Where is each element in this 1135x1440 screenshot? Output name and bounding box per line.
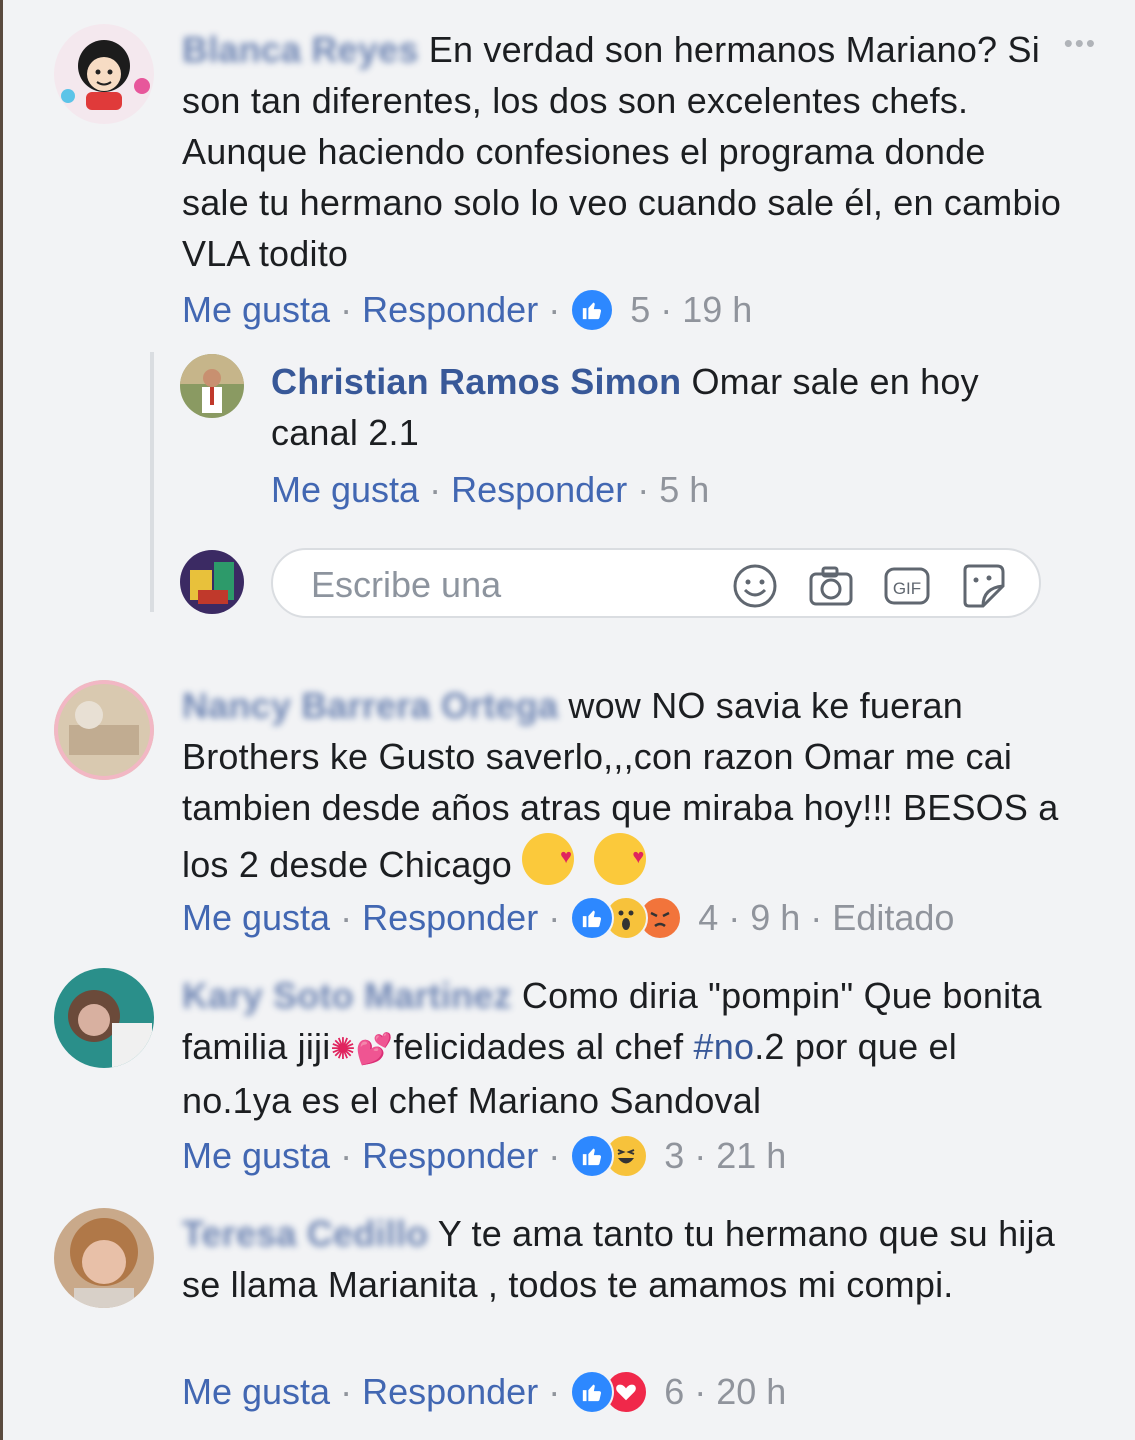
separator: · — [660, 289, 673, 330]
reply-button[interactable]: Responder — [362, 896, 538, 940]
reaction-summary[interactable] — [570, 288, 615, 332]
comment-text: felicidades al chef — [393, 1026, 694, 1067]
confetti-emoji-icon: ✺ — [330, 1033, 356, 1066]
separator: · — [340, 897, 353, 938]
separator: · — [548, 1135, 561, 1176]
reply-input[interactable] — [309, 562, 713, 608]
separator: · — [548, 1371, 561, 1412]
reaction-count: 3 — [664, 1135, 685, 1176]
like-button[interactable]: Me gusta — [182, 288, 330, 332]
more-options-icon[interactable]: ••• — [1064, 28, 1097, 59]
edited-label[interactable]: Editado — [832, 896, 954, 940]
timestamp[interactable]: 20 h — [716, 1370, 786, 1414]
reply-body: Christian Ramos Simon Omar sale en hoy c… — [271, 356, 1031, 458]
reply-button[interactable]: Responder — [362, 288, 538, 332]
separator: · — [637, 469, 650, 510]
reply-button[interactable]: Responder — [362, 1134, 538, 1178]
timestamp[interactable]: 21 h — [716, 1134, 786, 1178]
like-button[interactable]: Me gusta — [182, 1134, 330, 1178]
reply-author[interactable]: Christian Ramos Simon — [271, 361, 681, 402]
current-user-avatar — [180, 550, 244, 614]
reply-button[interactable]: Responder — [451, 468, 627, 512]
svg-text:GIF: GIF — [893, 579, 921, 598]
reaction-count: 4 — [698, 897, 719, 938]
separator: · — [810, 897, 823, 938]
timestamp[interactable]: 9 h — [750, 896, 800, 940]
comment-author[interactable]: Kary Soto Martinez — [182, 975, 512, 1016]
comment-actions: Me gusta · Responder · 3 · 21 h — [182, 1134, 786, 1178]
camera-icon[interactable] — [807, 562, 855, 610]
like-icon — [570, 1370, 615, 1414]
comment-author[interactable]: Teresa Cedillo — [182, 1213, 428, 1254]
reply-composer[interactable]: GIF — [271, 548, 1041, 618]
avatar[interactable] — [180, 354, 244, 418]
comment-author[interactable]: Nancy Barrera Ortega — [182, 685, 558, 726]
reaction-summary[interactable] — [570, 1134, 649, 1178]
comment-body: Kary Soto Martinez Como diria "pompin" Q… — [182, 970, 1062, 1126]
like-button[interactable]: Me gusta — [271, 468, 419, 512]
like-icon — [570, 1134, 615, 1178]
kiss-emoji-icon — [594, 832, 647, 885]
thread-line — [150, 352, 154, 612]
avatar[interactable] — [54, 968, 154, 1068]
separator: · — [694, 1371, 707, 1412]
like-icon — [570, 896, 615, 940]
smiley-icon[interactable] — [731, 562, 779, 610]
timestamp[interactable]: 19 h — [682, 288, 752, 332]
comment-body: Nancy Barrera Ortega wow NO savia ke fue… — [182, 680, 1062, 890]
separator: · — [340, 1135, 353, 1176]
separator: · — [429, 469, 442, 510]
sticker-icon[interactable] — [959, 562, 1007, 610]
like-button[interactable]: Me gusta — [182, 1370, 330, 1414]
kiss-emoji-icon — [522, 832, 575, 885]
reply-button[interactable]: Responder — [362, 1370, 538, 1414]
reaction-summary[interactable] — [570, 896, 683, 940]
separator: · — [340, 289, 353, 330]
reaction-count: 6 — [664, 1371, 685, 1412]
reaction-summary[interactable] — [570, 1370, 649, 1414]
separator: · — [548, 289, 561, 330]
avatar[interactable] — [54, 24, 154, 124]
comment-body: Teresa Cedillo Y te ama tanto tu hermano… — [182, 1208, 1062, 1310]
reply-actions: Me gusta · Responder · 5 h — [271, 468, 709, 512]
comment-author[interactable]: Blanca Reyes — [182, 29, 419, 70]
like-icon — [570, 288, 615, 332]
gif-icon[interactable]: GIF — [883, 562, 931, 610]
separator: · — [340, 1371, 353, 1412]
separator: · — [694, 1135, 707, 1176]
hearts-emoji-icon: 💕 — [355, 1033, 394, 1066]
comment-actions: Me gusta · Responder · 6 · 20 h — [182, 1370, 786, 1414]
hashtag-link[interactable]: #no — [694, 1026, 755, 1067]
timestamp[interactable]: 5 h — [659, 468, 709, 512]
like-button[interactable]: Me gusta — [182, 896, 330, 940]
avatar[interactable] — [54, 680, 154, 780]
separator: · — [548, 897, 561, 938]
comment-actions: Me gusta · Responder · 4 · 9 h · Editado — [182, 896, 954, 940]
comment-body: Blanca Reyes En verdad son hermanos Mari… — [182, 24, 1062, 279]
window-edge — [0, 0, 3, 1440]
comment-actions: Me gusta · Responder · 5 · 19 h — [182, 288, 752, 332]
separator: · — [728, 897, 741, 938]
reaction-count: 5 — [630, 289, 651, 330]
avatar[interactable] — [54, 1208, 154, 1308]
